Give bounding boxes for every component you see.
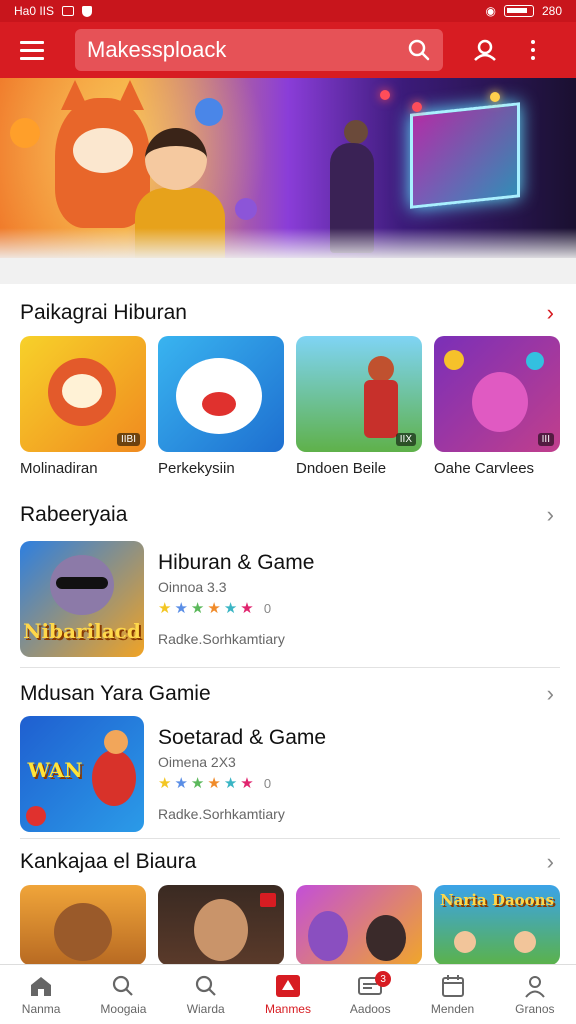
nav-label: Menden [430,1001,475,1016]
search-icon[interactable] [407,38,431,62]
bottom-navigation: Nanma Moogaia Wiarda Manmes 3 Aadoos Men… [0,964,576,1024]
tile-row: IIBI Molinadiran Perkekysiin IIX Dndoen … [20,336,560,477]
tile-label: Perkekysiin [158,460,235,477]
app-tile[interactable]: Perkekysiin [158,336,284,477]
nav-label: Manmes [264,1001,311,1016]
app-thumbnail: Nibarilacd [20,541,144,657]
app-thumbnail: WAN [20,716,144,832]
notification-icon [62,6,75,16]
profile-icon [522,974,548,998]
search-icon [110,974,136,998]
section-header[interactable]: Kankajaa el Biaura › [0,842,576,882]
search-text: Makessploack [87,37,227,62]
app-thumbnail [158,885,284,965]
section-title: Paikagrai Hiburan [20,301,187,324]
notification-badge: 3 [375,971,392,987]
list-item[interactable]: Nibarilacd Hiburan & Game Oinnoa 3.3 ★★★… [20,541,560,659]
search-icon [193,974,219,998]
section-title: Kankajaa el Biaura [20,850,197,873]
app-thumbnail: Naria Daoons [434,885,560,965]
chevron-right-icon[interactable]: › [547,300,554,326]
app-tile[interactable]: IIX Dndoen Beile [296,336,422,477]
more-options-icon[interactable] [509,22,557,78]
thumbnail-word: Nibarilacd [23,619,141,643]
app-thumbnail: IIX [296,336,422,452]
menu-icon[interactable] [0,22,64,78]
rating-stars: ★★★★★★ 0 [158,600,272,617]
tile-tag: IIBI [116,433,140,446]
tile-label: Molinadiran [20,460,98,477]
app-tile[interactable] [296,885,422,965]
nav-item-home[interactable]: Nanma [0,965,82,1024]
search-input[interactable]: Makessploack [75,29,443,71]
app-tile[interactable]: Naria Daoons [434,885,560,965]
section-header[interactable]: Mdusan Yara Gamie › [0,674,576,714]
app-tile[interactable]: III Oahe Carvlees [434,336,560,477]
app-tile[interactable] [20,885,146,965]
promo-banner[interactable] [0,78,576,258]
nav-label: Moogaia [100,1001,147,1016]
item-meta: Radke.Sorhkamtiary [158,806,285,822]
tile-label: Dndoen Beile [296,460,387,477]
status-bar: Ha0 IIS ◉ 280 [0,0,576,22]
games-icon [275,974,301,998]
rating-value: 0 [263,601,272,616]
wifi-icon: ◉ [485,4,496,18]
nav-item-explore[interactable]: Wiarda [165,965,247,1024]
rating-stars: ★★★★★★ 0 [158,775,272,792]
app-tile[interactable] [158,885,284,965]
section-header[interactable]: Rabeeryaia › [0,495,576,535]
app-thumbnail [296,885,422,965]
calendar-icon [440,974,466,998]
app-bar: Makessploack [0,22,576,78]
status-right-text: 280 [541,4,562,18]
item-title: Soetarad & Game [158,726,327,749]
nav-item-profile[interactable]: Granos [494,965,576,1024]
app-thumbnail [158,336,284,452]
rating-value: 0 [263,776,272,791]
app-thumbnail [20,885,146,965]
tile-row: Naria Daoons [20,885,560,965]
nav-label: Aadoos [349,1001,391,1016]
nav-item-games[interactable]: Manmes [247,965,329,1024]
tile-tag: IIX [395,433,416,446]
section-title: Mdusan Yara Gamie [20,682,211,705]
nav-label: Wiarda [186,1001,225,1016]
tile-label: Oahe Carvlees [434,460,535,477]
nav-item-search[interactable]: Moogaia [82,965,164,1024]
section-header[interactable]: Paikagrai Hiburan › [0,293,576,333]
chevron-right-icon[interactable]: › [547,849,554,875]
status-left-text: Ha0 IIS [14,4,55,18]
home-icon [28,974,54,998]
app-thumbnail: III [434,336,560,452]
item-subtitle: Oimena 2X3 [158,754,236,770]
chevron-right-icon[interactable]: › [547,681,554,707]
item-title: Hiburan & Game [158,551,315,574]
battery-icon [503,5,534,17]
thumbnail-word: Naria Daoons [439,891,555,909]
thumbnail-word: WAN [27,758,83,782]
list-item[interactable]: WAN Soetarad & Game Oimena 2X3 ★★★★★★ 0 … [20,716,560,834]
nav-item-inbox[interactable]: 3 Aadoos [329,965,411,1024]
divider [20,838,560,839]
section-title: Rabeeryaia [20,503,128,526]
divider [20,667,560,668]
tile-tag: III [537,433,554,446]
nav-label: Nanma [21,1001,61,1016]
app-thumbnail: IIBI [20,336,146,452]
account-icon[interactable] [461,22,509,78]
app-tile[interactable]: IIBI Molinadiran [20,336,146,477]
stage-screen-image [410,102,520,209]
nav-label: Granos [515,1001,555,1016]
item-subtitle: Oinnoa 3.3 [158,579,227,595]
banner-divider [0,258,576,284]
item-meta: Radke.Sorhkamtiary [158,631,285,647]
nav-item-calendar[interactable]: Menden [411,965,493,1024]
chevron-right-icon[interactable]: › [547,502,554,528]
shield-icon [82,5,93,17]
